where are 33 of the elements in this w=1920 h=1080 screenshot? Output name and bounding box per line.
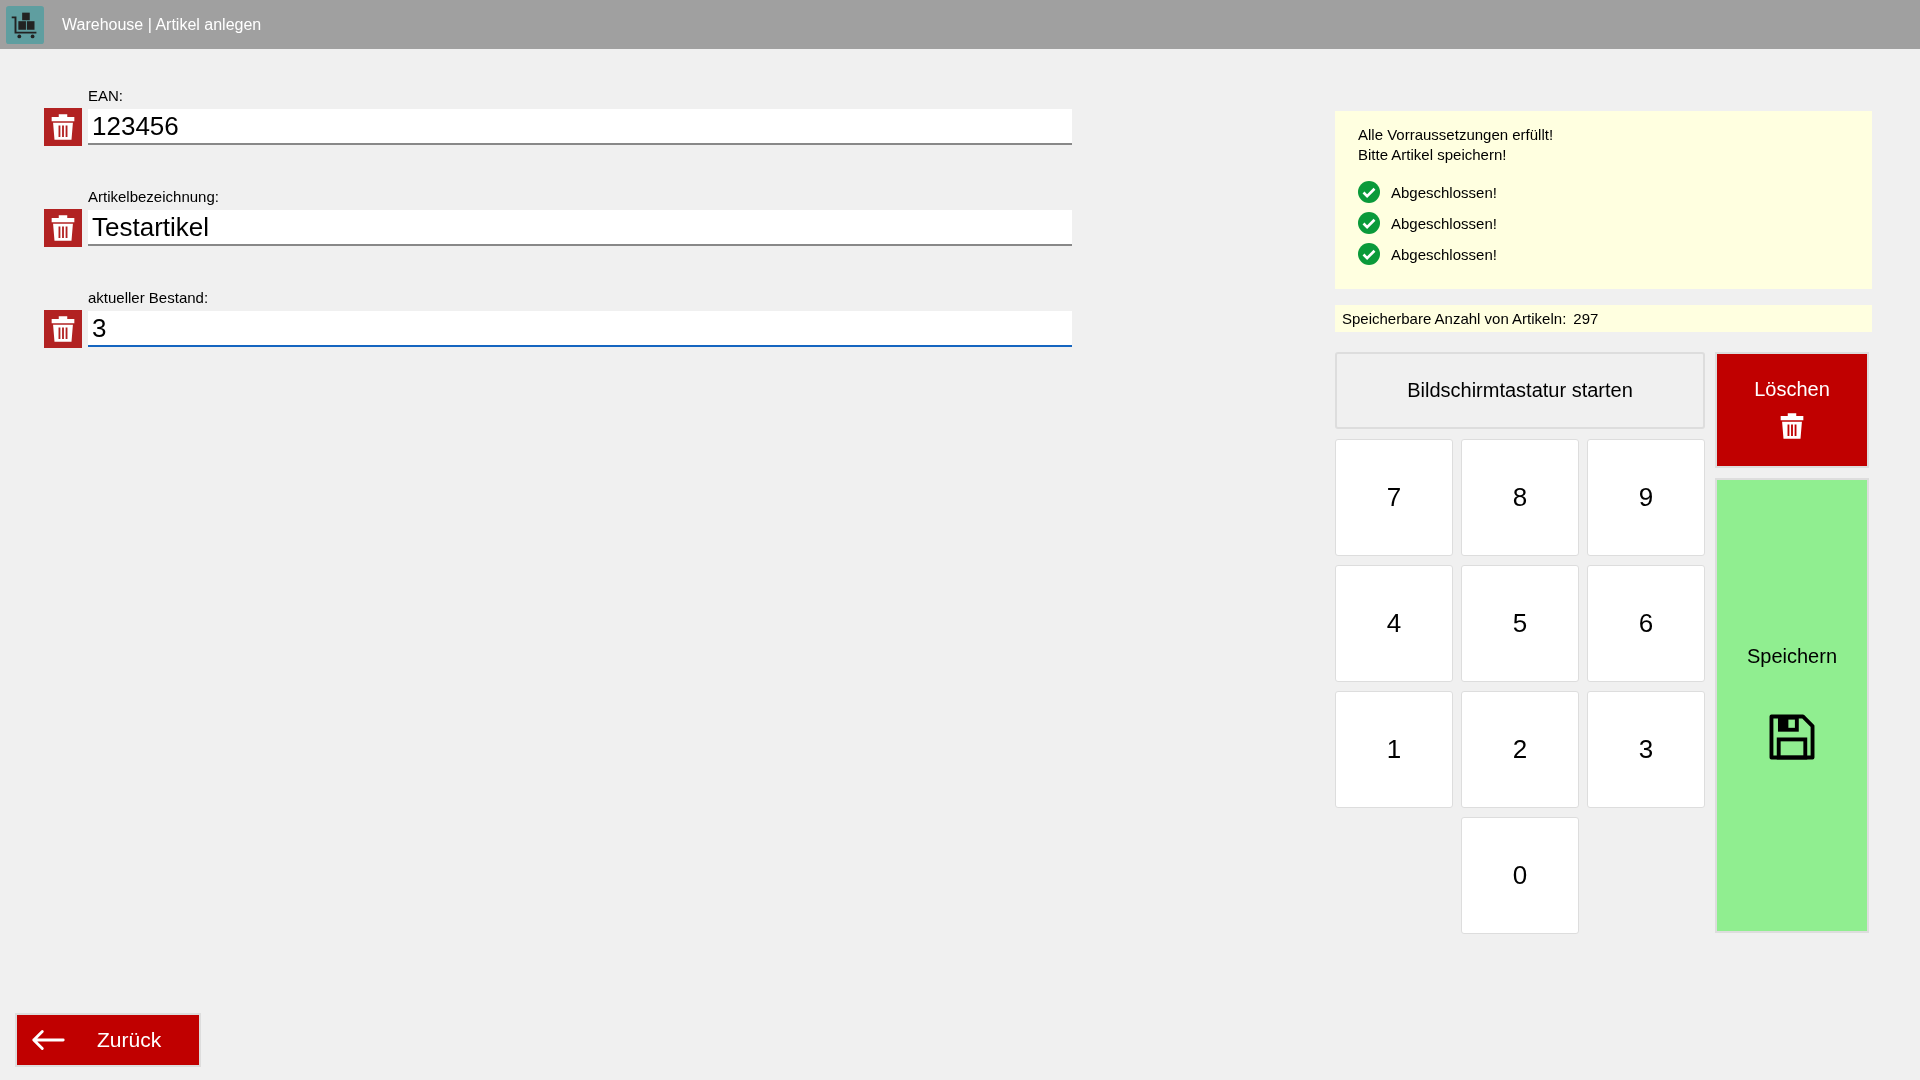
cart-boxes-icon (6, 5, 44, 44)
clear-field-button[interactable] (44, 310, 82, 348)
back-button[interactable]: Zurück (15, 1013, 201, 1067)
input-field[interactable]: Testartikel (88, 210, 1072, 246)
keypad-key[interactable]: 0 (1461, 817, 1579, 934)
keypad-key[interactable]: 3 (1587, 691, 1705, 808)
keypad-key[interactable]: 4 (1335, 565, 1453, 682)
input-field[interactable]: 3 (88, 311, 1072, 347)
window-title: Warehouse | Artikel anlegen (62, 15, 262, 34)
check-label: Abgeschlossen! (1391, 183, 1497, 201)
save-button[interactable]: Speichern (1715, 478, 1869, 933)
field-label: aktueller Bestand: (88, 289, 210, 306)
status-message: Bitte Artikel speichern! (1358, 145, 1508, 165)
keypad-key[interactable]: 8 (1461, 439, 1579, 556)
field-label: EAN: (88, 87, 124, 104)
keypad-key[interactable]: 7 (1335, 439, 1453, 556)
keypad-key[interactable]: 1 (1335, 691, 1453, 808)
status-message: Alle Vorraussetzungen erfüllt! (1358, 125, 1555, 145)
keypad-key[interactable]: 5 (1461, 565, 1579, 682)
delete-button[interactable]: Löschen (1715, 352, 1869, 468)
check-label: Abgeschlossen! (1391, 245, 1497, 263)
keyboard-button[interactable]: Bildschirmtastatur starten (1335, 352, 1705, 429)
keypad-key[interactable]: 6 (1587, 565, 1705, 682)
field-label: Artikelbezeichnung: (88, 188, 220, 205)
input-field[interactable]: 123456 (88, 109, 1072, 145)
clear-field-button[interactable] (44, 108, 82, 146)
capacity-value: 297 (1573, 310, 1599, 327)
check-label: Abgeschlossen! (1391, 214, 1497, 232)
keypad-key[interactable]: 9 (1587, 439, 1705, 556)
left-arrow-icon (29, 1028, 67, 1052)
keypad-key[interactable]: 2 (1461, 691, 1579, 808)
capacity-label: Speicherbare Anzahl von Artikeln: (1342, 310, 1567, 327)
clear-field-button[interactable] (44, 209, 82, 247)
